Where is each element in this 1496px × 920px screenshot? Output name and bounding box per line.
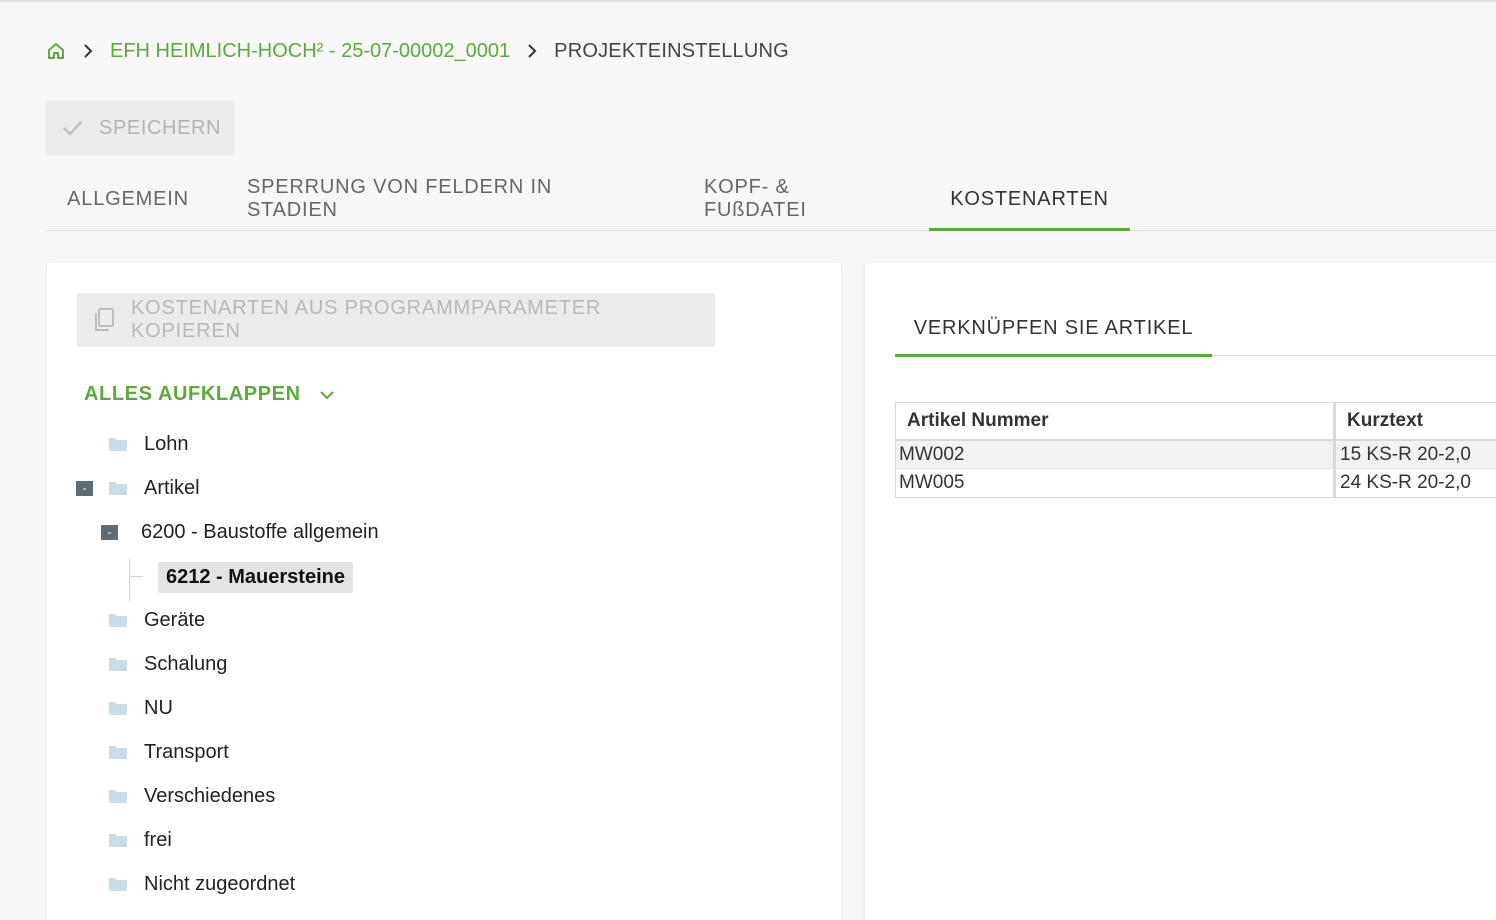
folder-icon [108, 480, 128, 496]
copy-cost-types-button[interactable]: KOSTENARTEN AUS PROGRAMMPARAMETER KOPIER… [77, 293, 715, 347]
folder-icon [108, 656, 128, 672]
folder-icon [108, 876, 128, 892]
chevron-right-icon [82, 44, 94, 58]
tab-bar: ALLGEMEIN SPERRUNG VON FELDERN IN STADIE… [46, 168, 1496, 231]
folder-icon [108, 832, 128, 848]
tab-sperrung-von-feldern[interactable]: SPERRUNG VON FELDERN IN STADIEN [224, 168, 667, 230]
tree-node-6212[interactable]: 6212 - Mauersteine [158, 560, 353, 594]
folder-icon [108, 700, 128, 716]
tree-node-label: Artikel [144, 476, 200, 499]
column-header-artikel-nummer[interactable]: Artikel Nummer [896, 403, 1336, 439]
chevron-down-icon [319, 389, 335, 401]
column-header-kurztext[interactable]: Kurztext [1336, 403, 1496, 439]
tree-node-nicht-zugeordnet[interactable]: Nicht zugeordnet [108, 869, 295, 899]
tree-node-label: Nicht zugeordnet [144, 872, 296, 895]
table-row[interactable]: MW002 15 KS-R 20-2,0 [896, 441, 1496, 469]
tree-node-frei[interactable]: frei [108, 825, 172, 855]
tree-node-label: Schalung [144, 652, 228, 675]
folder-icon [108, 612, 128, 628]
top-shadow [0, 0, 1496, 3]
tree-node-label: 6200 - Baustoffe allgemein [141, 520, 379, 543]
tree-node-label: Transport [144, 740, 229, 763]
tab-kostenarten[interactable]: KOSTENARTEN [929, 168, 1130, 231]
copy-cost-types-label: KOSTENARTEN AUS PROGRAMMPARAMETER KOPIER… [131, 297, 602, 342]
tree-node-label: NU [144, 696, 173, 719]
breadcrumb-project-link[interactable]: EFH HEIMLICH-HOCH² - 25-07-00002_0001 [110, 40, 510, 63]
tree-node-label-selected: 6212 - Mauersteine [158, 561, 353, 593]
collapse-toggle[interactable]: - [76, 480, 93, 496]
tab-kopf-fussdatei[interactable]: KOPF- & FUßDATEI [681, 168, 919, 230]
tab-verknuepfen-artikel[interactable]: VERKNÜPFEN SIE ARTIKEL [895, 300, 1212, 357]
tree-node-lohn[interactable]: Lohn [108, 429, 189, 459]
save-button-label: SPEICHERN [99, 116, 222, 139]
chevron-right-icon [526, 44, 538, 58]
tree-connector [129, 559, 130, 601]
cell-artikel-nummer: MW002 [896, 441, 1336, 468]
sub-tab-bar: VERKNÜPFEN SIE ARTIKEL [895, 300, 1496, 357]
collapse-toggle[interactable]: - [101, 524, 118, 540]
breadcrumb: EFH HEIMLICH-HOCH² - 25-07-00002_0001 PR… [46, 38, 789, 64]
table-row[interactable]: MW005 24 KS-R 20-2,0 [896, 469, 1496, 497]
home-icon[interactable] [46, 41, 66, 61]
tree-node-6200[interactable]: - 6200 - Baustoffe allgemein [101, 517, 379, 547]
copy-icon [92, 307, 116, 333]
cost-types-panel: KOSTENARTEN AUS PROGRAMMPARAMETER KOPIER… [47, 263, 841, 920]
tree-node-label: Verschiedenes [144, 784, 276, 807]
tree-node-transport[interactable]: Transport [108, 737, 229, 767]
tree-node-label: Geräte [144, 608, 206, 631]
folder-icon [108, 788, 128, 804]
tree-node-schalung[interactable]: Schalung [108, 649, 227, 679]
table-header: Artikel Nummer Kurztext [896, 403, 1496, 441]
tree-connector [129, 576, 143, 577]
cell-kurztext: 24 KS-R 20-2,0 [1340, 472, 1471, 493]
tree-node-label: frei [144, 828, 172, 851]
tree-node-label: Lohn [144, 432, 189, 455]
save-button[interactable]: SPEICHERN [45, 101, 235, 155]
articles-table: Artikel Nummer Kurztext MW002 15 KS-R 20… [895, 402, 1496, 498]
tree-node-artikel[interactable]: - Artikel [76, 473, 200, 503]
folder-icon [108, 436, 128, 452]
folder-icon [108, 744, 128, 760]
cell-kurztext: 15 KS-R 20-2,0 [1340, 443, 1471, 465]
cell-artikel-nummer: MW005 [896, 469, 1336, 497]
tree-node-verschiedenes[interactable]: Verschiedenes [108, 781, 275, 811]
expand-all-label: ALLES AUFKLAPPEN [84, 383, 301, 405]
tab-allgemein[interactable]: ALLGEMEIN [46, 168, 210, 230]
check-icon [61, 117, 83, 139]
link-articles-panel: VERKNÜPFEN SIE ARTIKEL Artikel Nummer Ku… [865, 263, 1496, 920]
tree-node-geraete[interactable]: Geräte [108, 605, 205, 635]
breadcrumb-current: PROJEKTEINSTELLUNG [554, 39, 789, 62]
tree-node-nu[interactable]: NU [108, 693, 173, 723]
expand-all-button[interactable]: ALLES AUFKLAPPEN [84, 383, 335, 406]
